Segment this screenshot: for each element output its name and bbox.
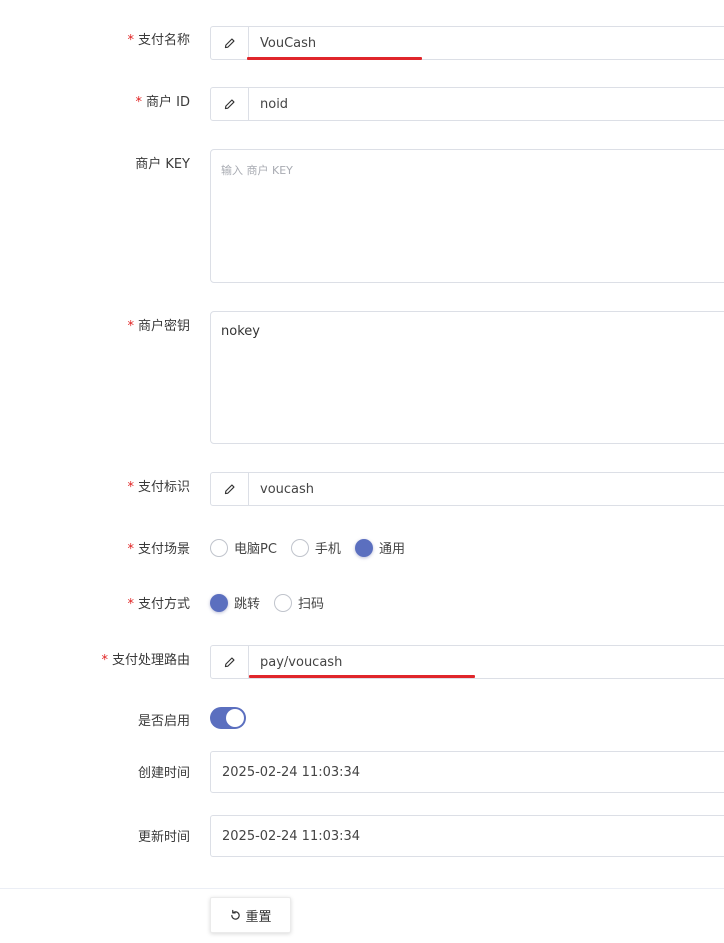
merchant-secret-value: nokey bbox=[221, 324, 260, 339]
highlight-underline bbox=[249, 675, 475, 678]
pay-tag-input-group: voucash bbox=[210, 472, 724, 506]
required-mark: * bbox=[127, 480, 134, 495]
pencil-icon bbox=[211, 646, 249, 678]
payment-form: * 支付名称 VouCash * 商户 ID noid 商户 KEY 输入 商户 K… bbox=[0, 0, 724, 943]
pay-route-input-group: pay/voucash bbox=[210, 645, 724, 679]
required-mark: * bbox=[101, 653, 108, 668]
required-mark: * bbox=[127, 597, 134, 612]
pay-name-input[interactable]: VouCash bbox=[249, 27, 724, 59]
reset-button-label: 重置 bbox=[245, 909, 272, 925]
form-footer-divider bbox=[0, 888, 724, 889]
pay-tag-label: * 支付标识 bbox=[127, 480, 190, 495]
pay-route-label: * 支付处理路由 bbox=[101, 653, 190, 668]
updated-at-label: 更新时间 bbox=[137, 830, 190, 845]
merchant-secret-label: * 商户密钥 bbox=[127, 319, 190, 334]
highlight-underline bbox=[247, 57, 422, 60]
pay-scene-option-mobile[interactable]: 手机 bbox=[290, 538, 341, 557]
pay-name-label: * 支付名称 bbox=[127, 33, 190, 48]
radio-circle-selected bbox=[210, 593, 228, 612]
required-mark: * bbox=[135, 95, 143, 110]
radio-circle-selected bbox=[354, 538, 373, 557]
merchant-id-input[interactable]: noid bbox=[249, 88, 724, 120]
required-mark: * bbox=[127, 319, 134, 334]
merchant-key-label: 商户 KEY bbox=[135, 157, 190, 172]
required-mark: * bbox=[127, 542, 134, 557]
radio-circle bbox=[290, 538, 309, 557]
pay-scene-option-general[interactable]: 通用 bbox=[354, 538, 405, 557]
radio-circle bbox=[274, 593, 293, 612]
radio-circle bbox=[210, 538, 228, 557]
refresh-icon bbox=[231, 909, 241, 920]
pencil-icon bbox=[211, 88, 249, 120]
updated-at-field[interactable]: 2025-02-24 11:03:34 bbox=[210, 815, 724, 857]
merchant-key-placeholder: 输入 商户 KEY bbox=[221, 164, 293, 177]
pay-route-input[interactable]: pay/voucash bbox=[249, 646, 724, 678]
pay-tag-input[interactable]: voucash bbox=[249, 473, 724, 505]
merchant-key-textarea[interactable]: 输入 商户 KEY bbox=[210, 149, 724, 283]
pay-scene-label: * 支付场景 bbox=[127, 542, 190, 557]
merchant-secret-textarea[interactable]: nokey bbox=[210, 311, 724, 444]
enabled-toggle[interactable] bbox=[210, 707, 246, 729]
pay-scene-radio-group: 电脑PC 手机 通用 bbox=[210, 538, 419, 557]
pay-scene-option-pc[interactable]: 电脑PC bbox=[210, 538, 277, 557]
toggle-knob bbox=[226, 709, 244, 727]
created-at-field[interactable]: 2025-02-24 11:03:34 bbox=[210, 751, 724, 793]
required-mark: * bbox=[127, 33, 134, 48]
pencil-icon bbox=[211, 27, 249, 59]
created-at-label: 创建时间 bbox=[137, 766, 190, 781]
pay-method-label: * 支付方式 bbox=[127, 597, 190, 612]
merchant-id-input-group: noid bbox=[210, 87, 724, 121]
merchant-id-label: * 商户 ID bbox=[135, 95, 190, 110]
enabled-label: 是否启用 bbox=[137, 714, 190, 729]
pencil-icon bbox=[211, 473, 249, 505]
pay-method-radio-group: 跳转 扫码 bbox=[210, 593, 338, 612]
pay-name-input-group: VouCash bbox=[210, 26, 724, 60]
reset-button[interactable]: 重置 bbox=[210, 897, 291, 933]
pay-method-option-scan[interactable]: 扫码 bbox=[274, 593, 324, 612]
pay-method-option-redirect[interactable]: 跳转 bbox=[210, 593, 260, 612]
